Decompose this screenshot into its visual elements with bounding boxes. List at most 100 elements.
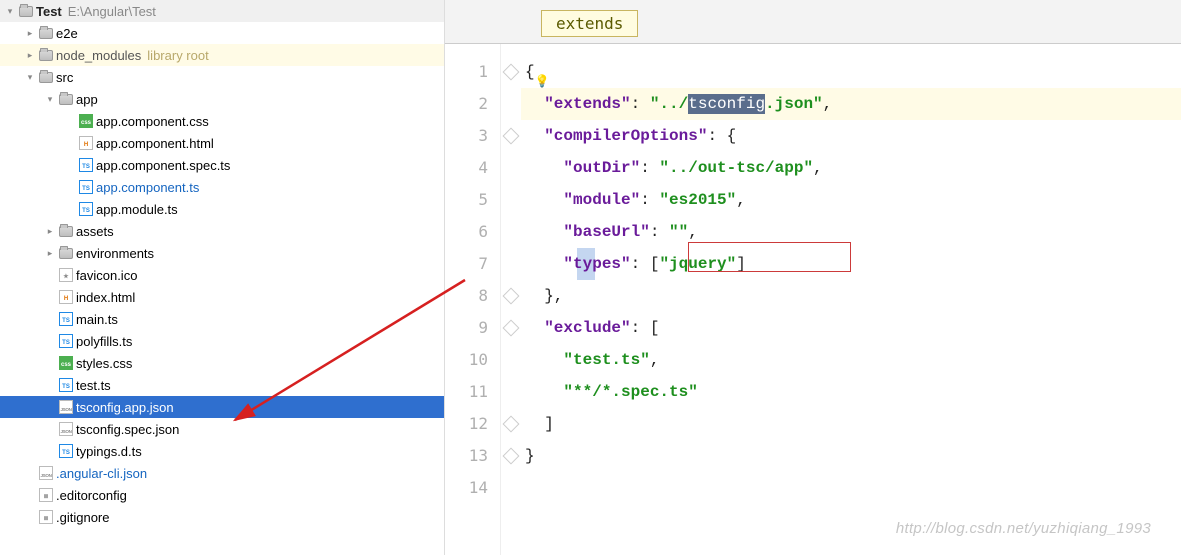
json-icon: [38, 466, 54, 480]
tree-row-e2e[interactable]: e2e: [0, 22, 444, 44]
chevron-right-icon[interactable]: [24, 27, 36, 39]
cfg-icon: ≣: [38, 510, 54, 524]
tree-row-typings-d-ts[interactable]: TStypings.d.ts: [0, 440, 444, 462]
tree-item-label: test.ts: [76, 378, 111, 393]
fold-marker: [501, 88, 521, 120]
ts-icon: TS: [58, 334, 74, 348]
line-number: 6: [445, 216, 500, 248]
folder-icon: [58, 224, 74, 238]
code-body[interactable]: { "extends": "../tsconfig.json", "compil…: [521, 44, 1181, 555]
chevron-right-icon[interactable]: [44, 225, 56, 237]
lightbulb-icon[interactable]: [535, 65, 549, 79]
highlight-box: [688, 242, 851, 272]
ts-icon: TS: [78, 202, 94, 216]
tree-item-label: .gitignore: [56, 510, 109, 525]
text-selection: tsconfig: [688, 94, 765, 114]
line-number: 3: [445, 120, 500, 152]
fold-marker[interactable]: [501, 440, 521, 472]
tree-row-favicon-ico[interactable]: ★favicon.ico: [0, 264, 444, 286]
tree-item-label: styles.css: [76, 356, 132, 371]
tree-row-styles-css[interactable]: cssstyles.css: [0, 352, 444, 374]
editor-tab-bar: extends: [445, 0, 1181, 44]
tree-item-label: app.component.html: [96, 136, 214, 151]
tree-row-environments[interactable]: environments: [0, 242, 444, 264]
tree-row-app-component-ts[interactable]: TSapp.component.ts: [0, 176, 444, 198]
folder-icon: [38, 70, 54, 84]
code-editor: extends 1234567891011121314 { "extends":…: [445, 0, 1181, 555]
fold-marker[interactable]: [501, 280, 521, 312]
line-number: 5: [445, 184, 500, 216]
folder-icon: [38, 26, 54, 40]
tree-row-test-ts[interactable]: TStest.ts: [0, 374, 444, 396]
line-number: 1: [445, 56, 500, 88]
tree-item-label: main.ts: [76, 312, 118, 327]
tree-row--editorconfig[interactable]: ≣.editorconfig: [0, 484, 444, 506]
tree-item-label: polyfills.ts: [76, 334, 132, 349]
fold-marker[interactable]: [501, 312, 521, 344]
tree-row--angular-cli-json[interactable]: .angular-cli.json: [0, 462, 444, 484]
tree-item-label: typings.d.ts: [76, 444, 142, 459]
fold-marker: [501, 344, 521, 376]
tree-item-label: app.component.css: [96, 114, 209, 129]
tree-item-label: e2e: [56, 26, 78, 41]
tree-row-index-html[interactable]: index.html: [0, 286, 444, 308]
tree-item-label: index.html: [76, 290, 135, 305]
tree-row-src[interactable]: src: [0, 66, 444, 88]
tree-row-app[interactable]: app: [0, 88, 444, 110]
tree-item-label: app.module.ts: [96, 202, 178, 217]
fold-gutter: [501, 44, 521, 555]
tree-row-app-component-html[interactable]: app.component.html: [0, 132, 444, 154]
chevron-down-icon[interactable]: [24, 71, 36, 83]
fold-marker[interactable]: [501, 120, 521, 152]
line-number: 10: [445, 344, 500, 376]
tree-row--gitignore[interactable]: ≣.gitignore: [0, 506, 444, 528]
line-number: 9: [445, 312, 500, 344]
ts-icon: TS: [78, 158, 94, 172]
tree-item-label: tsconfig.spec.json: [76, 422, 179, 437]
folder-icon: [38, 48, 54, 62]
line-number: 7: [445, 248, 500, 280]
tree-item-label: environments: [76, 246, 154, 261]
tree-row-assets[interactable]: assets: [0, 220, 444, 242]
tree-row-polyfills-ts[interactable]: TSpolyfills.ts: [0, 330, 444, 352]
tree-row-tsconfig-spec-json[interactable]: tsconfig.spec.json: [0, 418, 444, 440]
line-number: 13: [445, 440, 500, 472]
html-icon: [78, 136, 94, 150]
cfg-icon: ≣: [38, 488, 54, 502]
line-number-gutter: 1234567891011121314: [445, 44, 501, 555]
tree-row-app-component-css[interactable]: cssapp.component.css: [0, 110, 444, 132]
chevron-down-icon[interactable]: [44, 93, 56, 105]
folder-icon: [18, 4, 34, 18]
ts-icon: TS: [58, 312, 74, 326]
line-number: 8: [445, 280, 500, 312]
tree-item-label: .angular-cli.json: [56, 466, 147, 481]
ico-icon: ★: [58, 268, 74, 282]
line-number: 12: [445, 408, 500, 440]
folder-icon: [58, 92, 74, 106]
tree-row-root[interactable]: Test E:\Angular\Test: [0, 0, 444, 22]
chevron-right-icon[interactable]: [24, 49, 36, 61]
tree-row-node-modules[interactable]: node_moduleslibrary root: [0, 44, 444, 66]
fold-marker[interactable]: [501, 408, 521, 440]
tree-item-label: .editorconfig: [56, 488, 127, 503]
tree-row-main-ts[interactable]: TSmain.ts: [0, 308, 444, 330]
tree-row-app-module-ts[interactable]: TSapp.module.ts: [0, 198, 444, 220]
fold-marker: [501, 184, 521, 216]
css-icon: css: [78, 114, 94, 128]
fold-marker[interactable]: [501, 56, 521, 88]
hint-tooltip: extends: [541, 10, 638, 37]
tree-item-label: app.component.ts: [96, 180, 199, 195]
chevron-right-icon[interactable]: [44, 247, 56, 259]
fold-marker: [501, 216, 521, 248]
ts-icon: TS: [58, 444, 74, 458]
fold-marker: [501, 376, 521, 408]
watermark-text: http://blog.csdn.net/yuzhiqiang_1993: [896, 520, 1151, 537]
tree-row-app-component-spec-ts[interactable]: TSapp.component.spec.ts: [0, 154, 444, 176]
css-icon: css: [58, 356, 74, 370]
ts-icon: TS: [78, 180, 94, 194]
line-number: 4: [445, 152, 500, 184]
chevron-down-icon[interactable]: [4, 5, 16, 17]
tree-row-tsconfig-app-json[interactable]: tsconfig.app.json: [0, 396, 444, 418]
tree-item-label: src: [56, 70, 73, 85]
fold-marker: [501, 248, 521, 280]
